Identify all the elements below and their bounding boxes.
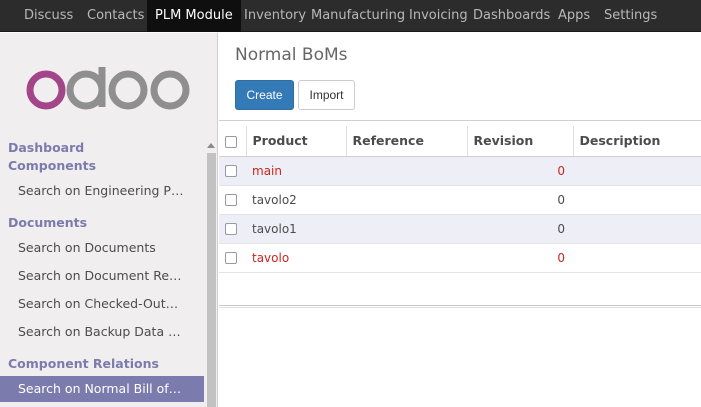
cell-description [573,185,701,215]
top-navbar: Discuss Contacts PLM Module Inventory Ma… [0,0,701,32]
sidebar-item-search-documents[interactable]: Search on Documents [0,235,204,261]
section-documents: Documents [8,215,88,230]
sidebar-item-search-document-re[interactable]: Search on Document Re… [0,263,204,289]
sidebar: Dashboard Components Search on Engineeri… [0,33,218,407]
nav-apps[interactable]: Apps [550,0,598,32]
sidebar-item-search-normal-bom[interactable]: Search on Normal Bill of… [0,376,204,402]
cell-reference [346,243,467,273]
page-title: Normal BoMs [235,45,348,65]
row-checkbox[interactable] [225,252,237,264]
sidebar-item-search-engineering[interactable]: Search on Engineering P… [0,178,204,204]
table-row[interactable]: tavolo 0 [219,243,701,273]
table-row[interactable]: main 0 [219,156,701,186]
select-all-checkbox[interactable] [225,135,237,148]
nav-contacts[interactable]: Contacts [79,0,152,32]
select-all-checkbox-cell[interactable] [219,126,247,157]
cell-product: tavolo1 [246,214,346,244]
create-button[interactable]: Create [235,80,294,110]
sidebar-scrollbar-thumb[interactable] [207,153,216,407]
cell-reference [346,156,467,186]
divider [219,120,701,121]
table-footer-line [219,307,701,308]
nav-manufacturing[interactable]: Manufacturing [303,0,413,32]
import-button[interactable]: Import [298,80,355,110]
table-row[interactable]: tavolo1 0 [219,214,701,244]
cell-revision: 0 [467,243,573,273]
cell-product: main [246,156,346,186]
table-header: Product Reference Revision Description [219,126,701,157]
bom-table: Product Reference Revision Description m… [219,126,701,273]
cell-product: tavolo2 [246,185,346,215]
row-checkbox[interactable] [225,223,237,235]
main-content: Normal BoMs Create Import Product Refere… [219,33,701,407]
sidebar-item-search-checked-out[interactable]: Search on Checked-Out… [0,291,204,317]
cell-revision: 0 [467,156,573,186]
column-description[interactable]: Description [573,126,701,157]
cell-revision: 0 [467,214,573,244]
section-component-relations: Component Relations [8,356,159,371]
nav-settings[interactable]: Settings [596,0,665,32]
sidebar-item-search-backup-data[interactable]: Search on Backup Data … [0,319,204,345]
scroll-up-arrow-icon[interactable] [207,143,215,148]
section-dashboard-components: Dashboard Components [8,140,97,173]
cell-description [573,156,701,186]
nav-discuss[interactable]: Discuss [16,0,81,32]
cell-reference [346,185,467,215]
column-product[interactable]: Product [246,126,347,157]
odoo-logo[interactable] [26,67,194,111]
cell-product: tavolo [246,243,346,273]
column-revision[interactable]: Revision [467,126,574,157]
table-row[interactable]: tavolo2 0 [219,185,701,215]
nav-plm-module[interactable]: PLM Module [147,0,241,32]
cell-revision: 0 [467,185,573,215]
table-footer-line [219,305,701,306]
cell-description [573,214,701,244]
cell-description [573,243,701,273]
nav-dashboards[interactable]: Dashboards [465,0,558,32]
row-checkbox[interactable] [225,165,237,177]
row-checkbox[interactable] [225,194,237,206]
column-reference[interactable]: Reference [346,126,468,157]
cell-reference [346,214,467,244]
